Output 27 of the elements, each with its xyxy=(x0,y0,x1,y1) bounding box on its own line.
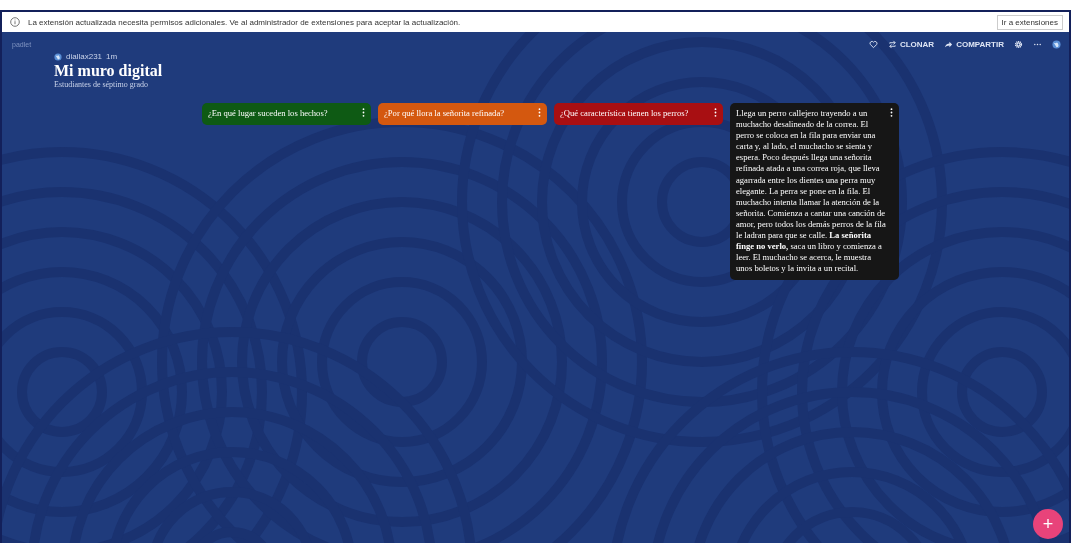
kebab-menu-icon[interactable] xyxy=(714,108,717,117)
post-text: ¿Qué característica tienen los perros? xyxy=(560,108,690,120)
post-text: ¿En qué lugar suceden los hechos? xyxy=(208,108,329,120)
post-card[interactable]: ¿Por qué llora la señorita refinada? xyxy=(378,103,547,126)
share-arrow-icon xyxy=(944,39,954,49)
globe-avatar-icon xyxy=(54,52,62,61)
post-card[interactable]: ¿Qué característica tienen los perros? xyxy=(554,103,723,126)
kebab-menu-icon[interactable] xyxy=(890,108,893,117)
share-button[interactable]: COMPARTIR xyxy=(944,39,1004,49)
wall-title: Mi muro digital xyxy=(54,62,164,80)
clone-button[interactable]: CLONAR xyxy=(887,39,935,49)
notice-message: La extensión actualizada necesita permisos adicionales. Ve al administrador de extensiones para aceptar la actualización. xyxy=(28,17,462,27)
heart-icon[interactable] xyxy=(868,39,878,49)
info-icon xyxy=(10,17,20,27)
post-text: Llega un perro callejero trayendo a un muchacho desalineado de la correa. El perro se coloca en la fila para enviar una carta y, al lado, el muchacho se sienta y espera. Poco después llega una señorita refinada atada a una correa roja, que lleva agarrada entre los dientes una perra muy elegante. La perra se pone en la fila. El muchacho intenta llamar la atención de la señorita. Comienza a cantar una canción de amor, pero todos los demás perros de la fila le ladran para que se calle. La señorita finge no verlo, saca un libro y comienza a leer. El muchacho se acerca, le muestra unos boletos y la invita a un recital. xyxy=(736,108,887,275)
wall-subtitle: Estudiantes de séptimo grado xyxy=(54,80,149,89)
go-to-extensions-button[interactable]: Ir a extensiones xyxy=(996,14,1063,30)
kebab-menu-icon[interactable] xyxy=(362,108,365,117)
add-post-button[interactable]: + xyxy=(1033,509,1063,539)
post-text: ¿Por qué llora la señorita refinada? xyxy=(384,108,506,120)
settings-icon[interactable] xyxy=(1014,39,1023,49)
post-time: 1m xyxy=(106,52,118,61)
author-name[interactable]: diallax231 xyxy=(66,52,103,61)
globe-icon[interactable] xyxy=(1052,39,1061,49)
post-card[interactable] xyxy=(730,103,899,281)
repeat-arrows-icon xyxy=(887,39,897,49)
post-card[interactable]: ¿En qué lugar suceden los hechos? xyxy=(202,103,371,126)
